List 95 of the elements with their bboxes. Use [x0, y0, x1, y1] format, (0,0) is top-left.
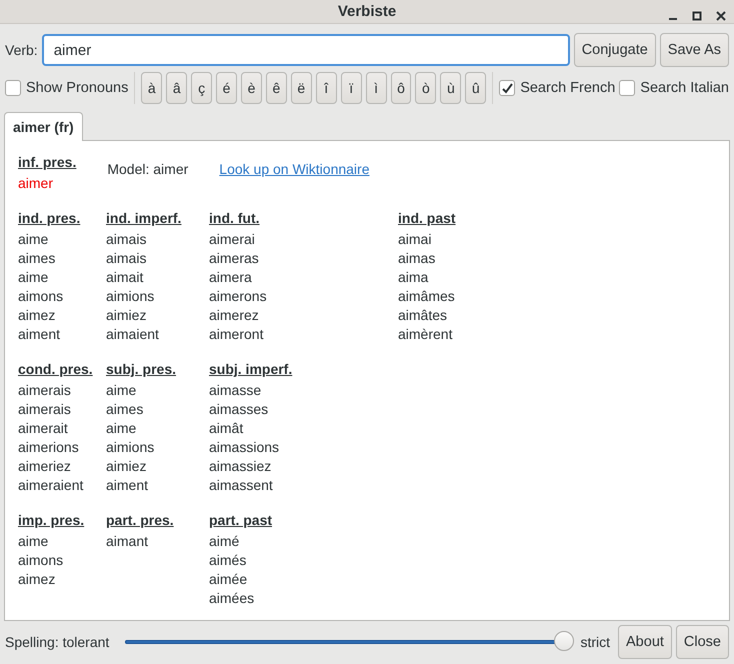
checkbox[interactable]: Search French: [499, 80, 616, 96]
verb-form: aimai: [398, 230, 432, 249]
accent-key[interactable]: é: [216, 72, 238, 104]
verb-form: aimée: [209, 570, 248, 589]
tense-heading: imp. pres.: [18, 511, 86, 530]
tense-heading: subj. imperf.: [209, 360, 294, 379]
verb-form: aimeront: [209, 325, 264, 344]
verb-form: aimerions: [18, 438, 80, 457]
verb-form: aimons: [18, 551, 64, 570]
tense-heading: ind. imperf.: [106, 209, 182, 228]
tense-heading: ind. past: [398, 209, 457, 228]
model-label: Model: aimer: [107, 160, 188, 179]
accent-key[interactable]: ç: [191, 72, 212, 104]
verb-form: aimassent: [209, 476, 274, 495]
tense-heading: part. pres.: [106, 511, 175, 530]
verb-form: aimas: [398, 249, 436, 268]
verb-label: Verb:: [5, 42, 38, 58]
verb-form: aimassions: [209, 438, 280, 457]
tense-heading: ind. fut.: [209, 209, 261, 228]
verb-form: aimez: [18, 306, 56, 325]
verb-form: aimerais: [18, 381, 72, 400]
tab[interactable]: aimer (fr): [4, 112, 83, 141]
verb-form: aiment: [18, 325, 62, 344]
toolbar-button[interactable]: Conjugate: [574, 33, 656, 67]
accent-key[interactable]: ë: [290, 72, 312, 104]
verb-form: aimerons: [209, 287, 268, 306]
verb-form: aimasses: [209, 400, 270, 419]
verb-form: aimera: [209, 268, 253, 287]
wiktionary-link[interactable]: Look up on Wiktionnaire: [219, 160, 370, 179]
verb-form: aimais: [106, 249, 148, 268]
verb-form: aimes: [18, 249, 56, 268]
verb-form: aimerais: [18, 400, 72, 419]
verb-form: aimiez: [106, 457, 148, 476]
tense-heading: subj. pres.: [106, 360, 178, 379]
dialog-button[interactable]: About: [618, 625, 672, 659]
verb-form: aimait: [106, 268, 144, 287]
infinitive-form: aimer: [18, 174, 54, 193]
accent-key[interactable]: à: [141, 72, 162, 104]
slider-handle[interactable]: [554, 631, 574, 651]
verb-form: aimions: [106, 438, 156, 457]
verb-form: aimons: [18, 287, 64, 306]
verb-form: aimais: [106, 230, 148, 249]
dialog-button[interactable]: Close: [676, 625, 729, 659]
accent-key[interactable]: è: [241, 72, 262, 104]
verb-field[interactable]: aimer: [42, 34, 570, 66]
accent-key[interactable]: ì: [366, 72, 387, 104]
verb-form: aiment: [106, 476, 150, 495]
checkbox[interactable]: Search Italian: [619, 80, 729, 96]
accent-key[interactable]: ù: [440, 72, 462, 104]
accent-key[interactable]: ò: [415, 72, 436, 104]
close-icon[interactable]: [716, 11, 726, 21]
verb-form: aimâtes: [398, 306, 448, 325]
verb-form: aime: [18, 230, 50, 249]
verb-form: aimeraient: [18, 476, 84, 495]
window-title: Verbiste: [338, 3, 396, 20]
verb-form: aimant: [106, 532, 150, 551]
toolbar-button[interactable]: Save As: [660, 33, 729, 67]
verb-form: aimaient: [106, 325, 160, 344]
tense-heading: cond. pres.: [18, 360, 94, 379]
verb-form: aimions: [106, 287, 156, 306]
accent-key[interactable]: î: [316, 72, 337, 104]
verb-form: aime: [106, 381, 138, 400]
verb-form: aimés: [209, 551, 248, 570]
check-icon: [502, 82, 513, 94]
spelling-label: Spelling: tolerant: [5, 634, 110, 650]
verb-form: aimez: [18, 570, 56, 589]
verb-form: aime: [106, 419, 138, 438]
maximize-icon[interactable]: [692, 11, 702, 21]
verb-form: aimâmes: [398, 287, 456, 306]
verb-form: aimât: [209, 419, 244, 438]
tense-heading: inf. pres.: [18, 153, 76, 172]
verb-form: aimeras: [209, 249, 260, 268]
verb-form: aimerai: [209, 230, 256, 249]
verb-form: aimerez: [209, 306, 260, 325]
verb-form: aimiez: [106, 306, 148, 325]
verb-form: aimes: [106, 400, 144, 419]
accent-key[interactable]: ï: [340, 72, 362, 104]
verb-form: aimeriez: [18, 457, 72, 476]
verb-form: aime: [18, 532, 50, 551]
tense-heading: part. past: [209, 511, 274, 530]
verb-form: aimerait: [18, 419, 69, 438]
tense-heading: ind. pres.: [18, 209, 82, 228]
strict-label: strict: [580, 634, 610, 650]
verb-form: aimèrent: [398, 325, 454, 344]
accent-key[interactable]: û: [465, 72, 486, 104]
accent-key[interactable]: â: [166, 72, 188, 104]
accent-key[interactable]: ô: [390, 72, 412, 104]
verb-form: aimées: [209, 589, 256, 608]
checkbox[interactable]: Show Pronouns: [5, 80, 128, 96]
accent-key[interactable]: ê: [266, 72, 287, 104]
verb-form: aimassiez: [209, 457, 272, 476]
verb-form: aimasse: [209, 381, 262, 400]
verb-form: aime: [18, 268, 50, 287]
verb-form: aima: [398, 268, 430, 287]
verb-form: aimé: [209, 532, 240, 551]
